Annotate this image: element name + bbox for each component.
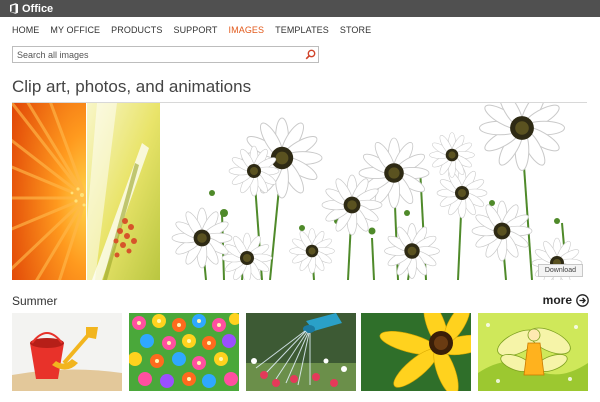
- office-logo-link[interactable]: Office: [9, 3, 53, 15]
- arrow-right-circle-icon: [576, 293, 589, 307]
- hero-image-yellow-abstract[interactable]: [87, 103, 160, 280]
- nav-templates[interactable]: TEMPLATES: [275, 25, 329, 35]
- section-heading-summer: Summer: [12, 294, 58, 308]
- nav-support[interactable]: SUPPORT: [173, 25, 217, 35]
- office-logo-icon: [10, 3, 18, 14]
- thumbnail-beach-bucket[interactable]: [12, 313, 122, 391]
- brand-name: Office: [22, 2, 54, 15]
- hero-image-daisies[interactable]: Download: [162, 103, 587, 280]
- top-bar: Office: [0, 0, 600, 17]
- search-input[interactable]: [13, 47, 302, 62]
- download-button[interactable]: Download: [537, 264, 583, 277]
- more-label: more: [542, 293, 572, 307]
- page-title: Clip art, photos, and animations: [12, 77, 252, 96]
- search-box: [12, 46, 319, 63]
- nav-products[interactable]: PRODUCTS: [111, 25, 162, 35]
- more-link[interactable]: more: [543, 293, 589, 307]
- search-icon: [305, 49, 315, 60]
- main-nav: HOME MY OFFICE PRODUCTS SUPPORT IMAGES T…: [12, 25, 382, 35]
- thumbnail-fairy[interactable]: [478, 313, 588, 391]
- nav-home[interactable]: HOME: [12, 25, 39, 35]
- thumbnail-watering-can[interactable]: [246, 313, 356, 391]
- nav-store[interactable]: STORE: [340, 25, 371, 35]
- nav-my-office[interactable]: MY OFFICE: [50, 25, 100, 35]
- thumbnail-flower-pattern[interactable]: [129, 313, 239, 391]
- nav-images[interactable]: IMAGES: [229, 25, 265, 35]
- summer-thumbnails: [12, 313, 588, 391]
- hero-carousel: Download: [12, 103, 587, 280]
- thumbnail-yellow-flower[interactable]: [361, 313, 471, 391]
- search-button[interactable]: [302, 47, 318, 62]
- hero-image-orange-flower[interactable]: [12, 103, 86, 280]
